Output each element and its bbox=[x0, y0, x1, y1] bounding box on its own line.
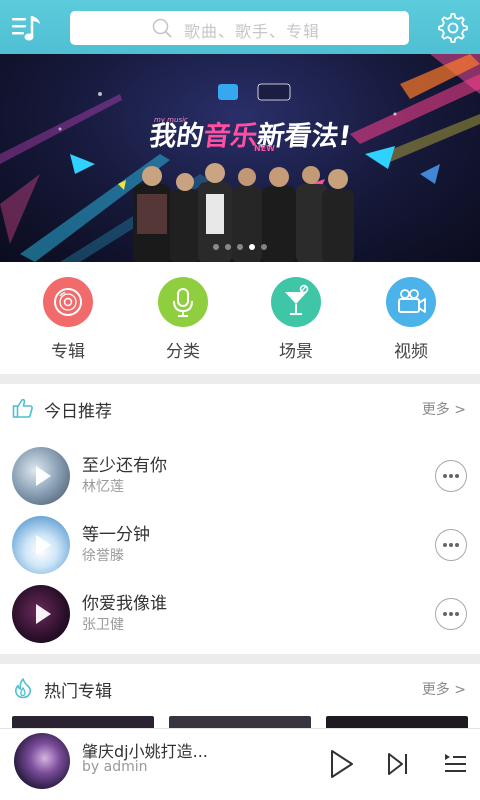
now-playing-cover[interactable] bbox=[14, 733, 70, 789]
more-options-icon[interactable] bbox=[435, 598, 467, 630]
play-icon[interactable] bbox=[329, 749, 355, 783]
banner-new-badge: NEW bbox=[254, 144, 275, 153]
list-item[interactable]: 你爱我像谁 张卫健 bbox=[0, 580, 480, 650]
carousel-dot-active[interactable] bbox=[249, 244, 255, 250]
section-divider bbox=[0, 654, 480, 664]
next-track-icon[interactable] bbox=[387, 751, 409, 781]
category-album[interactable]: 专辑 bbox=[38, 277, 98, 362]
now-playing-artist: by admin bbox=[82, 759, 148, 775]
category-video[interactable]: 视频 bbox=[381, 277, 441, 362]
carousel-dot[interactable] bbox=[213, 244, 219, 250]
app-header: 歌曲、歌手、专辑 bbox=[0, 0, 480, 54]
song-artist: 林忆莲 bbox=[82, 479, 124, 495]
song-title: 等一分钟 bbox=[82, 525, 150, 545]
mini-player[interactable]: 肇庆dj小姚打造... by admin bbox=[0, 728, 480, 800]
category-label: 专辑 bbox=[51, 342, 85, 362]
menu-music-icon[interactable] bbox=[10, 12, 46, 44]
section-title: 热门专辑 bbox=[44, 682, 112, 702]
more-options-icon[interactable] bbox=[435, 529, 467, 561]
hot-albums-header: 热门专辑 更多 > bbox=[0, 664, 480, 710]
song-title: 你爱我像谁 bbox=[82, 594, 167, 614]
more-link[interactable]: 更多 > bbox=[422, 399, 466, 419]
category-label: 分类 bbox=[166, 342, 200, 362]
carousel-dot[interactable] bbox=[237, 244, 243, 250]
more-link[interactable]: 更多 > bbox=[422, 679, 466, 699]
category-label: 视频 bbox=[394, 342, 428, 362]
thumbs-up-icon bbox=[12, 398, 33, 418]
gear-icon[interactable] bbox=[437, 12, 469, 44]
list-item[interactable]: 至少还有你 林忆莲 bbox=[0, 442, 480, 512]
play-icon bbox=[36, 535, 51, 555]
vinyl-icon bbox=[43, 277, 93, 327]
list-item[interactable]: 等一分钟 徐誉滕 bbox=[0, 511, 480, 581]
flame-icon bbox=[14, 678, 32, 699]
category-grid: 专辑 分类 场景 视频 bbox=[0, 262, 480, 372]
cocktail-icon bbox=[271, 277, 321, 327]
banner-title: 我的音乐新看法! bbox=[147, 121, 354, 152]
song-cover[interactable] bbox=[12, 585, 70, 643]
search-icon bbox=[152, 18, 172, 38]
section-title: 今日推荐 bbox=[44, 402, 112, 422]
promo-banner[interactable]: my music 我的音乐新看法! NEW bbox=[0, 54, 480, 262]
song-cover[interactable] bbox=[12, 447, 70, 505]
search-input[interactable]: 歌曲、歌手、专辑 bbox=[70, 11, 409, 45]
category-label: 场景 bbox=[279, 342, 313, 362]
search-placeholder: 歌曲、歌手、专辑 bbox=[184, 22, 321, 41]
song-title: 至少还有你 bbox=[82, 456, 167, 476]
more-options-icon[interactable] bbox=[435, 460, 467, 492]
category-scene[interactable]: 场景 bbox=[266, 277, 326, 362]
banner-artwork bbox=[0, 54, 480, 262]
song-cover[interactable] bbox=[12, 516, 70, 574]
play-icon bbox=[36, 466, 51, 486]
play-icon bbox=[36, 604, 51, 624]
section-divider bbox=[0, 374, 480, 384]
carousel-indicator bbox=[213, 244, 267, 250]
microphone-icon bbox=[158, 277, 208, 327]
playlist-icon[interactable] bbox=[442, 751, 468, 781]
video-camera-icon bbox=[386, 277, 436, 327]
carousel-dot[interactable] bbox=[225, 244, 231, 250]
category-genre[interactable]: 分类 bbox=[153, 277, 213, 362]
recommend-header: 今日推荐 更多 > bbox=[0, 384, 480, 430]
song-artist: 徐誉滕 bbox=[82, 548, 124, 564]
song-artist: 张卫健 bbox=[82, 617, 124, 633]
carousel-dot[interactable] bbox=[261, 244, 267, 250]
